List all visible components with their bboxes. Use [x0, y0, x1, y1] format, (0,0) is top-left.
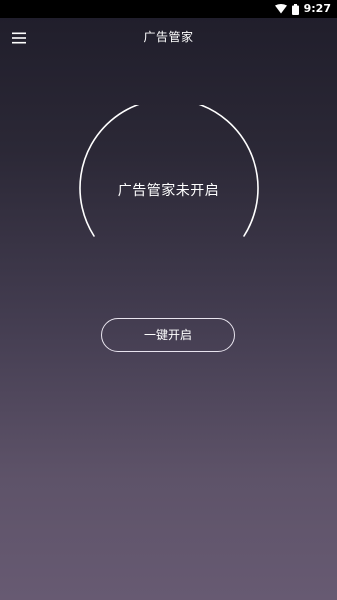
wifi-icon [274, 4, 287, 14]
enable-button[interactable]: 一键开启 [101, 318, 235, 352]
status-gauge [75, 105, 263, 245]
page-title: 广告管家 [143, 30, 194, 44]
status-time: 9:27 [303, 2, 331, 15]
battery-icon [291, 3, 299, 15]
app-screen: 9:27 广告管家 广告管家未开启 一键开启 [0, 0, 337, 600]
ad-manager-status-text: 广告管家未开启 [117, 183, 220, 199]
status-icons: 9:27 [274, 0, 331, 18]
gauge-arc [79, 105, 259, 237]
status-bar: 9:27 [0, 0, 337, 18]
